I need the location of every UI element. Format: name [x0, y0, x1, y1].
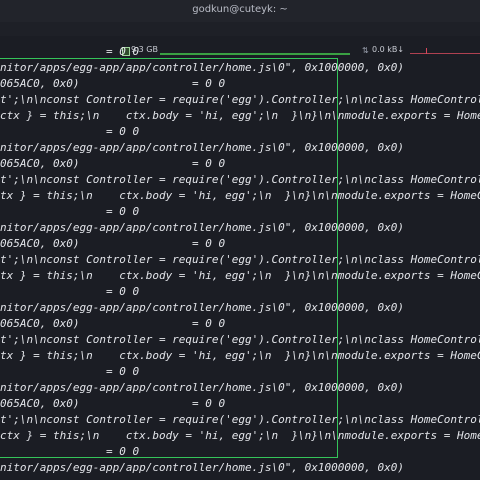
terminal-line: nitor/apps/egg-app/app/controller/home.j… [0, 141, 404, 154]
terminal-line: 065AC0, 0x0) = 0 0 [0, 237, 226, 250]
terminal-line: ctx } = this;\n ctx.body = 'hi, egg';\n … [0, 109, 480, 122]
terminal-line: t';\n\nconst Controller = require('egg')… [0, 93, 480, 106]
terminal-line: tx } = this;\n ctx.body = 'hi, egg';\n }… [0, 189, 480, 202]
window-title: godkun@cuteyk: ~ [192, 4, 288, 15]
terminal-output[interactable]: = 0 0 nitor/apps/egg-app/app/controller/… [0, 36, 480, 480]
terminal-line: = 0 0 [0, 205, 140, 218]
terminal-line: = 0 0 [0, 365, 140, 378]
title-bar[interactable]: godkun@cuteyk: ~ [0, 0, 480, 22]
terminal-line: t';\n\nconst Controller = require('egg')… [0, 333, 480, 346]
terminal-line: t';\n\nconst Controller = require('egg')… [0, 253, 480, 266]
terminal-line: nitor/apps/egg-app/app/controller/home.j… [0, 301, 404, 314]
terminal-line: nitor/apps/egg-app/app/controller/home.j… [0, 461, 404, 474]
terminal-line: t';\n\nconst Controller = require('egg')… [0, 413, 480, 426]
terminal-line: = 0 0 [0, 45, 140, 58]
terminal-line: nitor/apps/egg-app/app/controller/home.j… [0, 221, 404, 234]
terminal-line: nitor/apps/egg-app/app/controller/home.j… [0, 61, 404, 74]
terminal-line: tx } = this;\n ctx.body = 'hi, egg';\n }… [0, 349, 480, 362]
terminal-line: 065AC0, 0x0) = 0 0 [0, 157, 226, 170]
terminal-line: 065AC0, 0x0) = 0 0 [0, 317, 226, 330]
terminal-line: ctx } = this;\n ctx.body = 'hi, egg';\n … [0, 429, 480, 442]
terminal-line: = 0 0 [0, 125, 140, 138]
terminal-line: nitor/apps/egg-app/app/controller/home.j… [0, 381, 404, 394]
status-bar: 9.3 GB ⇅ 0.0 kB↓ [0, 22, 480, 56]
terminal-line: t';\n\nconst Controller = require('egg')… [0, 173, 480, 186]
terminal-window: godkun@cuteyk: ~ 9.3 GB ⇅ 0.0 kB↓ = 0 0 … [0, 0, 480, 480]
terminal-line: 065AC0, 0x0) = 0 0 [0, 397, 226, 410]
terminal-line: 065AC0, 0x0) = 0 0 [0, 77, 226, 90]
terminal-line: = 0 0 [0, 285, 140, 298]
terminal-line: tx } = this;\n ctx.body = 'hi, egg';\n }… [0, 269, 480, 282]
terminal-line: = 0 0 [0, 445, 140, 458]
